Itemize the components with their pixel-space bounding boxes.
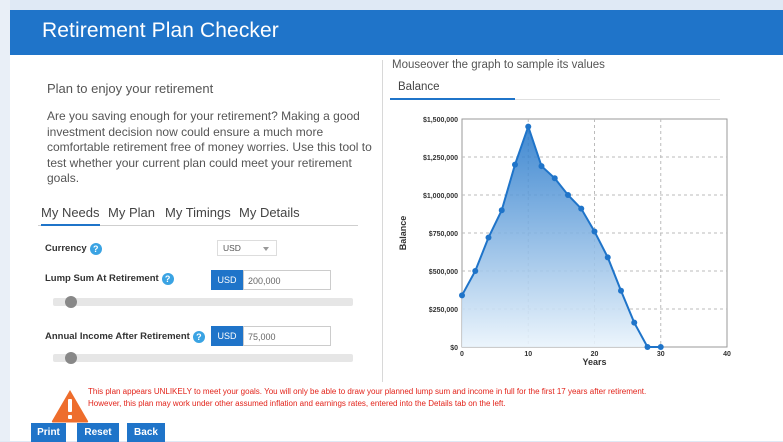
chevron-down-icon — [263, 247, 269, 251]
warning-message: This plan appears UNLIKELY to meet your … — [88, 386, 778, 410]
warning-line-1: This plan appears UNLIKELY to meet your … — [88, 387, 647, 396]
tab-my-timings[interactable]: My Timings — [165, 205, 231, 224]
warning-line-2: However, this plan may work under other … — [88, 399, 506, 408]
x-tick-label: 0 — [460, 351, 464, 358]
tab-my-plan[interactable]: My Plan — [108, 205, 155, 224]
slider-handle[interactable] — [65, 352, 77, 364]
data-point — [591, 228, 598, 235]
section-subtitle: Plan to enjoy your retirement — [47, 81, 214, 96]
data-point — [578, 205, 585, 212]
income-row: Annual Income After Retirement? — [45, 331, 205, 343]
data-point — [485, 234, 492, 241]
currency-label: Currency — [45, 243, 87, 254]
y-tick-label: $500,000 — [429, 269, 458, 276]
y-axis-label: Balance — [398, 216, 408, 251]
y-tick-label: $750,000 — [429, 231, 458, 238]
app-window: Retirement Plan Checker Plan to enjoy yo… — [10, 10, 783, 442]
data-point — [631, 319, 638, 326]
warning-triangle-icon — [51, 390, 89, 423]
app-header: Retirement Plan Checker — [10, 10, 783, 55]
lump-sum-label: Lump Sum At Retirement — [45, 273, 159, 284]
data-point — [472, 268, 479, 274]
intro-text: Are you saving enough for your retiremen… — [47, 109, 372, 186]
balance-chart[interactable]: $0 $250,000 $500,000 $750,000 $1,000,000 $1,2… — [382, 107, 777, 379]
reset-button[interactable]: Reset — [77, 423, 119, 442]
data-point — [657, 344, 664, 350]
income-input[interactable]: 75,000 — [243, 326, 331, 346]
data-point — [565, 192, 571, 198]
lump-sum-currency-badge: USD — [211, 270, 243, 290]
currency-select-value: USD — [223, 243, 241, 253]
currency-select[interactable]: USD — [217, 240, 277, 256]
tab-balance[interactable]: Balance — [398, 81, 440, 96]
data-point — [459, 292, 465, 299]
data-point — [498, 207, 505, 214]
data-point — [525, 123, 532, 130]
y-tick-label: $1,500,000 — [423, 117, 458, 124]
help-icon[interactable]: ? — [89, 243, 102, 255]
help-icon[interactable]: ? — [192, 331, 205, 343]
left-panel: Plan to enjoy your retirement Are you sa… — [10, 55, 380, 385]
x-tick-label: 40 — [723, 351, 731, 358]
app-title: Retirement Plan Checker — [42, 19, 279, 42]
lump-sum-input[interactable]: 200,000 — [243, 270, 331, 290]
y-tick-label: $0 — [450, 345, 458, 352]
data-point — [618, 287, 624, 294]
chart-hint: Mouseover the graph to sample its values — [392, 59, 605, 71]
slider-handle[interactable] — [65, 296, 77, 308]
x-tick-label: 10 — [524, 351, 532, 358]
y-tick-label: $250,000 — [429, 307, 458, 314]
chart-panel: Mouseover the graph to sample its values… — [382, 55, 783, 385]
income-label: Annual Income After Retirement — [45, 331, 190, 342]
data-point — [551, 175, 558, 182]
chart-tab-indicator — [390, 98, 515, 100]
help-icon[interactable]: ? — [161, 273, 174, 285]
data-point — [538, 163, 545, 170]
y-tick-label: $1,000,000 — [423, 193, 458, 200]
income-currency-badge: USD — [211, 326, 243, 346]
tab-my-needs[interactable]: My Needs — [41, 205, 100, 226]
tab-bar: My Needs My Plan My Timings My Details — [38, 205, 358, 226]
lump-sum-row: Lump Sum At Retirement? — [45, 273, 174, 285]
x-tick-label: 30 — [657, 351, 665, 358]
tab-my-details[interactable]: My Details — [239, 205, 300, 224]
currency-row: Currency? — [45, 243, 102, 255]
print-button[interactable]: Print — [31, 423, 66, 442]
data-point — [644, 344, 651, 350]
income-slider[interactable] — [53, 352, 353, 364]
data-point — [512, 161, 518, 168]
x-axis-label: Years — [582, 357, 606, 367]
lump-sum-slider[interactable] — [53, 296, 353, 308]
y-tick-label: $1,250,000 — [423, 155, 458, 162]
data-point — [604, 254, 611, 261]
back-button[interactable]: Back — [127, 423, 165, 442]
